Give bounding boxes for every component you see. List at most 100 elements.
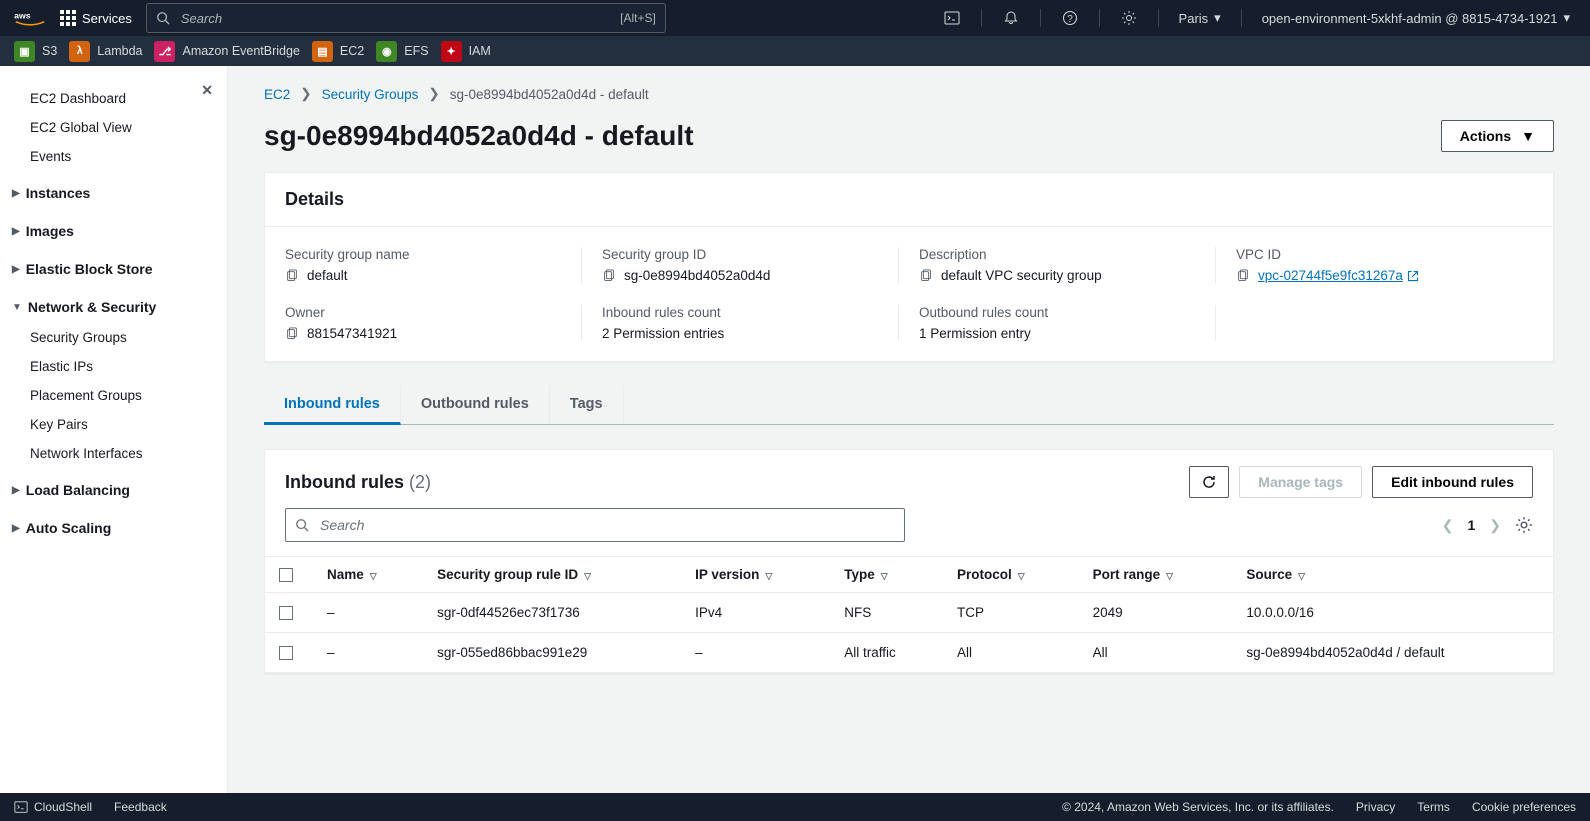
details-panel: Details Security group namedefaultSecuri… bbox=[264, 172, 1554, 362]
detail-label: Security group ID bbox=[602, 247, 878, 262]
sidebar-section-header[interactable]: ▶Load Balancing bbox=[0, 474, 227, 506]
vpc-link[interactable]: vpc-02744f5e9fc31267a bbox=[1258, 268, 1419, 283]
detail-value: default bbox=[307, 268, 348, 283]
detail-label: VPC ID bbox=[1236, 247, 1513, 262]
tab[interactable]: Outbound rules bbox=[401, 386, 550, 424]
sidebar-item[interactable]: Placement Groups bbox=[0, 381, 227, 410]
next-page-button[interactable]: ❯ bbox=[1489, 517, 1501, 534]
cell-proto: TCP bbox=[943, 593, 1079, 633]
cell-proto: All bbox=[943, 633, 1079, 673]
detail-value: default VPC security group bbox=[941, 268, 1102, 283]
sidebar-link[interactable]: Events bbox=[0, 142, 227, 171]
favorite-item[interactable]: ▤EC2 bbox=[312, 41, 364, 62]
favorite-item[interactable]: ◉EFS bbox=[376, 41, 428, 62]
favorites-bar: ▣S3 λLambda ⎇Amazon EventBridge ▤EC2 ◉EFS ✦IA… bbox=[0, 36, 1590, 66]
column-header[interactable]: Security group rule ID▽ bbox=[423, 557, 681, 593]
help-icon[interactable]: ? bbox=[1055, 10, 1085, 26]
sidebar-item[interactable]: Key Pairs bbox=[0, 410, 227, 439]
table-row[interactable]: – sgr-0df44526ec73f1736 IPv4 NFS TCP 204… bbox=[265, 593, 1553, 633]
detail-field: Security group ID sg-0e8994bd4052a0d4d bbox=[602, 247, 899, 283]
copy-icon[interactable] bbox=[919, 269, 933, 283]
account-menu[interactable]: open-environment-5xkhf-admin @ 8815-4734… bbox=[1256, 10, 1576, 26]
cloudshell-icon[interactable] bbox=[937, 10, 967, 26]
prev-page-button[interactable]: ❮ bbox=[1442, 517, 1454, 534]
gear-icon[interactable] bbox=[1515, 516, 1533, 534]
column-header[interactable]: Name▽ bbox=[313, 557, 423, 593]
chevron-icon: ▼ bbox=[12, 302, 22, 313]
cell-source: sg-0e8994bd4052a0d4d / default bbox=[1232, 633, 1553, 673]
edit-inbound-rules-button[interactable]: Edit inbound rules bbox=[1372, 466, 1533, 498]
manage-tags-button: Manage tags bbox=[1239, 466, 1362, 498]
aws-logo[interactable]: aws bbox=[14, 9, 46, 28]
copy-icon[interactable] bbox=[285, 327, 299, 341]
favorite-item[interactable]: ⎇Amazon EventBridge bbox=[154, 41, 299, 62]
cell-source: 10.0.0.0/16 bbox=[1232, 593, 1553, 633]
column-header[interactable]: IP version▽ bbox=[681, 557, 830, 593]
refresh-button[interactable] bbox=[1189, 466, 1229, 498]
settings-icon[interactable] bbox=[1114, 10, 1144, 26]
cookie-link[interactable]: Cookie preferences bbox=[1472, 800, 1576, 814]
sidebar-section-header[interactable]: ▶Auto Scaling bbox=[0, 512, 227, 544]
column-header[interactable]: Protocol▽ bbox=[943, 557, 1079, 593]
sort-icon: ▽ bbox=[370, 571, 377, 581]
cell-port: All bbox=[1079, 633, 1233, 673]
sidebar-item[interactable]: Security Groups bbox=[0, 323, 227, 352]
service-icon: ⎇ bbox=[154, 41, 175, 62]
chevron-down-icon: ▼ bbox=[1521, 128, 1535, 144]
service-icon: ◉ bbox=[376, 41, 397, 62]
detail-label: Inbound rules count bbox=[602, 305, 878, 320]
select-all-checkbox[interactable] bbox=[279, 568, 293, 582]
column-header[interactable]: Port range▽ bbox=[1079, 557, 1233, 593]
sidebar-link[interactable]: EC2 Global View bbox=[0, 113, 227, 142]
region-selector[interactable]: Paris ▾ bbox=[1173, 10, 1227, 26]
main-content: EC2 ❯ Security Groups ❯ sg-0e8994bd4052a… bbox=[228, 66, 1590, 793]
copy-icon[interactable] bbox=[1236, 269, 1250, 283]
row-checkbox[interactable] bbox=[279, 606, 293, 620]
tab[interactable]: Inbound rules bbox=[264, 386, 401, 425]
favorite-item[interactable]: λLambda bbox=[69, 41, 142, 62]
sidebar-section-header[interactable]: ▶Images bbox=[0, 215, 227, 247]
column-header[interactable]: Source▽ bbox=[1232, 557, 1553, 593]
services-menu[interactable]: Services bbox=[60, 10, 132, 26]
cell-ipv: IPv4 bbox=[681, 593, 830, 633]
search-input[interactable] bbox=[146, 3, 666, 33]
column-header[interactable]: Type▽ bbox=[830, 557, 943, 593]
sidebar-section-header[interactable]: ▶Instances bbox=[0, 177, 227, 209]
feedback-link[interactable]: Feedback bbox=[114, 800, 167, 814]
sort-icon: ▽ bbox=[881, 571, 888, 581]
detail-value: sg-0e8994bd4052a0d4d bbox=[624, 268, 770, 283]
sidebar-section-label: Elastic Block Store bbox=[26, 261, 153, 277]
actions-button[interactable]: Actions ▼ bbox=[1441, 120, 1554, 152]
table-row[interactable]: – sgr-055ed86bbac991e29 – All traffic Al… bbox=[265, 633, 1553, 673]
tab[interactable]: Tags bbox=[550, 386, 624, 424]
detail-value: 2 Permission entries bbox=[602, 326, 724, 341]
rules-search-input[interactable] bbox=[285, 508, 905, 542]
sidebar-link[interactable]: EC2 Dashboard bbox=[0, 84, 227, 113]
copy-icon[interactable] bbox=[285, 269, 299, 283]
sort-icon: ▽ bbox=[1166, 571, 1173, 581]
favorite-label: Lambda bbox=[97, 44, 142, 58]
crumb-parent[interactable]: Security Groups bbox=[322, 87, 419, 102]
sidebar-section-header[interactable]: ▼Network & Security bbox=[0, 291, 227, 323]
notifications-icon[interactable] bbox=[996, 10, 1026, 26]
favorite-item[interactable]: ✦IAM bbox=[441, 41, 491, 62]
rules-table: Name▽Security group rule ID▽IP version▽T… bbox=[265, 556, 1553, 673]
copy-icon[interactable] bbox=[602, 269, 616, 283]
privacy-link[interactable]: Privacy bbox=[1356, 800, 1395, 814]
chevron-icon: ▶ bbox=[12, 523, 20, 534]
detail-field: Outbound rules count1 Permission entry bbox=[919, 305, 1216, 341]
terms-link[interactable]: Terms bbox=[1417, 800, 1450, 814]
sidebar-section-label: Load Balancing bbox=[26, 482, 130, 498]
row-checkbox[interactable] bbox=[279, 646, 293, 660]
region-label: Paris bbox=[1179, 11, 1209, 26]
close-icon[interactable]: ✕ bbox=[201, 82, 213, 99]
sidebar-section-header[interactable]: ▶Elastic Block Store bbox=[0, 253, 227, 285]
favorite-item[interactable]: ▣S3 bbox=[14, 41, 57, 62]
svg-text:?: ? bbox=[1067, 14, 1073, 25]
sort-icon: ▽ bbox=[584, 571, 591, 581]
sidebar-item[interactable]: Elastic IPs bbox=[0, 352, 227, 381]
chevron-icon: ▶ bbox=[12, 188, 20, 199]
cloudshell-icon[interactable]: CloudShell bbox=[14, 800, 92, 814]
sidebar-item[interactable]: Network Interfaces bbox=[0, 439, 227, 468]
crumb-root[interactable]: EC2 bbox=[264, 87, 290, 102]
